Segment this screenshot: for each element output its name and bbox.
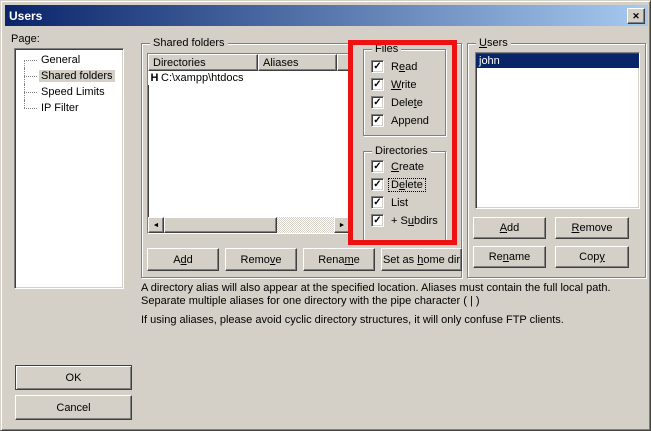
checkbox-row-delete-files[interactable]: ✓ Delete	[364, 96, 445, 109]
set-as-home-dir-button[interactable]: Set as home dir	[381, 248, 462, 271]
copy-user-button[interactable]: Copy	[555, 246, 629, 268]
rename-user-button[interactable]: Rename	[473, 246, 546, 268]
check-icon: ✓	[373, 116, 381, 126]
tree-item-general[interactable]: General	[15, 52, 123, 68]
checkbox-row-subdirs[interactable]: ✓ + Subdirs	[364, 214, 445, 227]
users-group-label: Users	[476, 36, 511, 50]
checkbox-label-delete-files: Delete	[389, 97, 425, 109]
table-row[interactable]: H C:\xampp\htdocs	[148, 71, 352, 85]
checkbox-label-write: Write	[389, 79, 418, 91]
checkbox-row-delete-dirs[interactable]: ✓ Delete	[364, 178, 445, 191]
checkbox-delete-dirs[interactable]: ✓	[371, 178, 384, 191]
checkbox-row-append[interactable]: ✓ Append	[364, 114, 445, 127]
checkbox-label-read: Read	[389, 61, 419, 73]
check-icon: ✓	[373, 180, 381, 190]
checkbox-row-list[interactable]: ✓ List	[364, 196, 445, 209]
checkbox-append[interactable]: ✓	[371, 114, 384, 127]
checkbox-label-create: Create	[389, 161, 426, 173]
check-icon: ✓	[373, 162, 381, 172]
directories-group-label: Directories	[372, 144, 431, 158]
ok-button[interactable]: OK	[15, 365, 132, 390]
checkbox-delete-files[interactable]: ✓	[371, 96, 384, 109]
user-list-item[interactable]: john	[476, 54, 639, 68]
column-header-aliases[interactable]: Aliases	[258, 54, 337, 71]
notes-text: A directory alias will also appear at th…	[141, 282, 649, 327]
check-icon: ✓	[373, 198, 381, 208]
check-icon: ✓	[373, 80, 381, 90]
column-header-filler	[337, 54, 352, 71]
checkbox-subdirs[interactable]: ✓	[371, 214, 384, 227]
checkbox-row-read[interactable]: ✓ Read	[364, 60, 445, 73]
checkbox-row-write[interactable]: ✓ Write	[364, 78, 445, 91]
remove-user-button[interactable]: Remove	[555, 217, 629, 239]
horizontal-scrollbar[interactable]: ◄ ►	[148, 217, 350, 233]
directory-path: C:\xampp\htdocs	[161, 72, 244, 84]
column-header-directories[interactable]: Directories	[148, 54, 258, 71]
add-user-button[interactable]: Add	[473, 217, 546, 239]
cancel-button[interactable]: Cancel	[15, 395, 132, 420]
checkbox-create[interactable]: ✓	[371, 160, 384, 173]
users-dialog: Users ✕ Page: General Shared folders Spe…	[0, 0, 651, 431]
tree-item-ip-filter[interactable]: IP Filter	[15, 100, 123, 116]
shared-folders-group-label: Shared folders	[150, 36, 228, 50]
checkbox-list[interactable]: ✓	[371, 196, 384, 209]
checkbox-label-list: List	[389, 197, 410, 209]
close-button[interactable]: ✕	[627, 8, 645, 24]
checkbox-label-subdirs: + Subdirs	[389, 215, 440, 227]
check-icon: ✓	[373, 62, 381, 72]
note-cyclic: If using aliases, please avoid cyclic di…	[141, 314, 649, 327]
checkbox-write[interactable]: ✓	[371, 78, 384, 91]
directories-listview[interactable]: Directories Aliases H C:\xampp\htdocs ◄ …	[147, 53, 353, 234]
files-group: Files ✓ Read ✓ Write ✓ Delete ✓ Append	[363, 49, 446, 136]
tree-item-shared-folders[interactable]: Shared folders	[15, 68, 123, 84]
files-group-label: Files	[372, 42, 401, 56]
checkbox-row-create[interactable]: ✓ Create	[364, 160, 445, 173]
scroll-right-arrow-icon[interactable]: ►	[334, 217, 350, 233]
scroll-left-arrow-icon[interactable]: ◄	[148, 217, 164, 233]
title-bar[interactable]: Users ✕	[5, 5, 648, 26]
page-tree[interactable]: General Shared folders Speed Limits IP F…	[14, 48, 124, 289]
window-title: Users	[5, 9, 42, 23]
check-icon: ✓	[373, 98, 381, 108]
check-icon: ✓	[373, 216, 381, 226]
home-directory-marker: H	[148, 72, 161, 84]
scrollbar-track[interactable]	[277, 217, 334, 233]
listview-header-row: Directories Aliases	[148, 54, 352, 71]
scrollbar-thumb[interactable]	[164, 217, 277, 233]
remove-directory-button[interactable]: Remove	[225, 248, 297, 271]
tree-item-speed-limits[interactable]: Speed Limits	[15, 84, 123, 100]
add-directory-button[interactable]: Add	[147, 248, 219, 271]
users-listbox[interactable]: john	[475, 52, 640, 209]
checkbox-read[interactable]: ✓	[371, 60, 384, 73]
close-icon: ✕	[632, 12, 640, 21]
page-label: Page:	[11, 33, 40, 45]
checkbox-label-delete-dirs: Delete	[389, 179, 425, 191]
note-alias: A directory alias will also appear at th…	[141, 282, 649, 308]
checkbox-label-append: Append	[389, 115, 431, 127]
directories-group: Directories ✓ Create ✓ Delete ✓ List ✓ +…	[363, 151, 446, 241]
rename-directory-button[interactable]: Rename	[303, 248, 375, 271]
